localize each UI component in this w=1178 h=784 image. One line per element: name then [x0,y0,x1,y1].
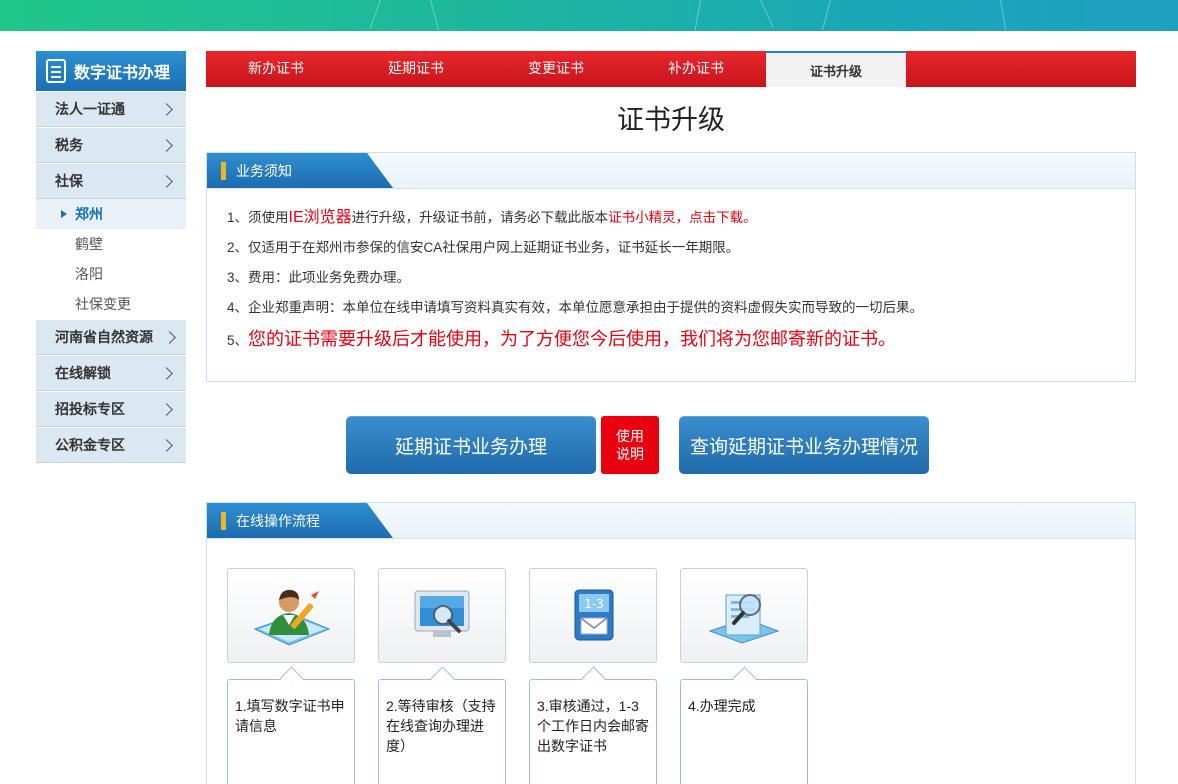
sidebar-item-legal-person[interactable]: 法人一证通 [36,91,186,127]
sidebar-item-bidding[interactable]: 招投标专区 [36,391,186,427]
chevron-right-icon [160,402,173,416]
tab-change-certificate[interactable]: 变更证书 [486,51,626,87]
tab-new-certificate[interactable]: 新办证书 [206,51,346,87]
notice-panel-tag: 业务须知 [207,153,393,188]
calendar-mail-icon: 1-3 [574,589,614,640]
sidebar-subitem-label: 鹤壁 [75,236,103,252]
sidebar-item-label: 招投标专区 [55,401,125,417]
sidebar-submenu: 郑州 鹤壁 洛阳 社保变更 [36,199,186,319]
sidebar-subitem-social-change[interactable]: 社保变更 [36,289,186,319]
notice-list: 1、须使用IE浏览器进行升级，升级证书前，请务必下载此版本证书小精灵，点击下载。… [207,189,1135,355]
process-title: 在线操作流程 [236,512,320,529]
sidebar-header: 数字证书办理 [36,51,186,91]
sidebar-item-natural-resources[interactable]: 河南省自然资源 [36,319,186,355]
marker-bar [221,511,226,530]
chevron-right-icon [160,174,173,188]
step-2-card [378,568,506,663]
chevron-right-icon [160,138,173,152]
chevron-right-icon [163,330,176,344]
renew-certificate-button[interactable]: 延期证书业务办理 [346,416,596,474]
step-4-card [680,568,808,663]
monitor-search-icon [414,590,470,637]
step-1-description: 1.填写数字证书申请信息 [227,679,355,784]
document-magnifier-icon [708,593,780,644]
sidebar: 数字证书办理 法人一证通 税务 社保 郑州 鹤壁 洛阳 社保变更 河南省自然资源… [36,51,186,463]
caret-right-icon [61,210,67,218]
tab-upgrade-certificate[interactable]: 证书升级 [766,51,906,87]
svg-text:1-3: 1-3 [584,597,604,611]
notice-title: 业务须知 [236,162,292,179]
sidebar-item-label: 社保 [55,173,83,189]
sidebar-item-label: 在线解锁 [55,365,111,381]
sidebar-subitem-zhengzhou[interactable]: 郑州 [36,199,186,229]
notice-line-3: 3、费用：此项业务免费办理。 [227,270,411,285]
user-edit-icon [253,589,331,646]
chevron-right-icon [160,102,173,116]
notice-line-5: 5、您的证书需要升级后才能使用，为了方便您今后使用，我们将为您邮寄新的证书。 [227,329,897,349]
sidebar-subitem-label: 社保变更 [75,296,131,312]
sidebar-subitem-luoyang[interactable]: 洛阳 [36,259,186,289]
sidebar-item-label: 税务 [55,137,83,153]
sidebar-subitem-label: 郑州 [75,206,103,222]
page-title: 证书升级 [617,105,725,135]
sidebar-subitem-label: 洛阳 [75,266,103,282]
tab-bar: 新办证书 延期证书 变更证书 补办证书 证书升级 [206,51,1136,87]
tab-reissue-certificate[interactable]: 补办证书 [626,51,766,87]
notice-line-1: 1、须使用IE浏览器进行升级，升级证书前，请务必下载此版本证书小精灵，点击下载。 [227,209,757,226]
process-panel-tag: 在线操作流程 [207,503,393,538]
notice-line-4: 4、企业郑重声明：本单位在线申请填写资料真实有效，本单位愿意承担由于提供的资料虚… [227,300,924,315]
top-banner [0,0,1178,31]
sidebar-item-online-unlock[interactable]: 在线解锁 [36,355,186,391]
sidebar-title: 数字证书办理 [74,65,171,82]
step-3-card: 1-3 [529,568,657,663]
sidebar-item-housing-fund[interactable]: 公积金专区 [36,427,186,463]
document-icon [46,59,66,83]
notice-panel: 业务须知 1、须使用IE浏览器进行升级，升级证书前，请务必下载此版本证书小精灵，… [206,152,1136,382]
process-panel-header: 在线操作流程 [207,503,1135,539]
sidebar-item-label: 河南省自然资源 [55,329,153,345]
chevron-right-icon [160,366,173,380]
marker-bar [221,161,226,180]
step-1-card [227,568,355,663]
sidebar-item-label: 法人一证通 [55,101,125,117]
step-4-description: 4.办理完成 [680,679,808,784]
sidebar-item-label: 公积金专区 [55,437,125,453]
step-3-description: 3.审核通过，1-3个工作日内会邮寄出数字证书 [529,679,657,784]
chevron-right-icon [160,438,173,452]
tab-renew-certificate[interactable]: 延期证书 [346,51,486,87]
sidebar-item-social-security[interactable]: 社保 [36,163,186,199]
usage-help-button[interactable]: 使用 说明 [601,416,659,474]
notice-line-2: 2、仅适用于在郑州市参保的信安CA社保用户网上延期证书业务，证书延长一年期限。 [227,240,740,255]
notice-panel-header: 业务须知 [207,153,1135,189]
download-link[interactable]: 证书小精灵，点击下载。 [608,210,757,225]
ie-browser-text: IE浏览器 [288,209,352,226]
sidebar-item-tax[interactable]: 税务 [36,127,186,163]
step-2-description: 2.等待审核（支持在线查询办理进度） [378,679,506,784]
sidebar-subitem-hebi[interactable]: 鹤壁 [36,229,186,259]
query-renewal-status-button[interactable]: 查询延期证书业务办理情况 [679,416,929,474]
